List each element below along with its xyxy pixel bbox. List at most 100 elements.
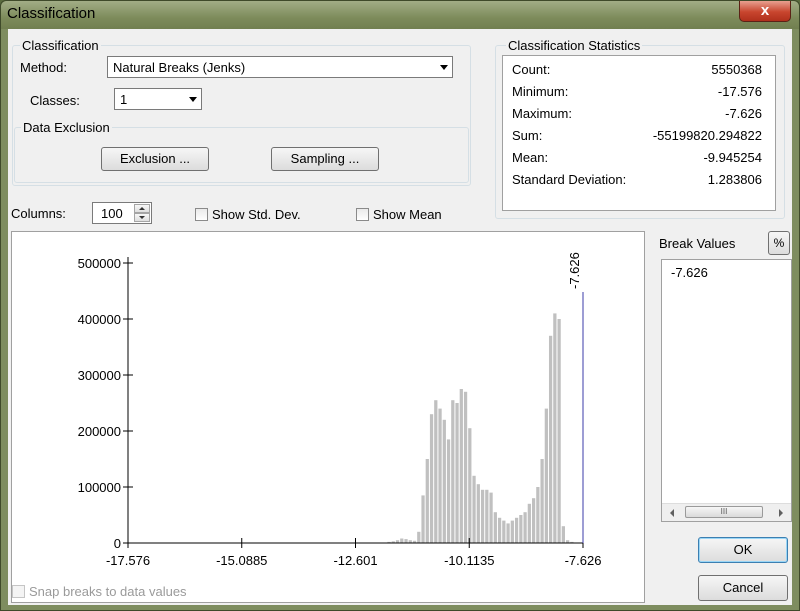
histogram-bar — [519, 515, 523, 543]
horizontal-scrollbar[interactable]: III — [662, 503, 791, 521]
break-value-item[interactable]: -7.626 — [671, 265, 708, 280]
show-std-dev-checkbox[interactable]: Show Std. Dev. — [195, 207, 301, 222]
histogram-bar — [514, 517, 519, 543]
scroll-right-icon[interactable] — [779, 509, 783, 517]
title-bar[interactable]: Classification x — [1, 1, 799, 29]
histogram-bar — [502, 520, 506, 543]
histogram-bar — [434, 400, 438, 543]
histogram-bar — [544, 408, 548, 543]
histogram-bar — [540, 459, 544, 543]
chevron-down-icon — [440, 65, 448, 70]
stat-value: -55199820.294822 — [652, 128, 762, 143]
stat-value: -17.576 — [717, 84, 762, 99]
histogram-bar — [404, 539, 408, 543]
histogram-bar — [523, 512, 527, 543]
stat-row-mean: Mean: -9.945254 — [503, 148, 775, 168]
stat-key: Mean: — [512, 150, 549, 165]
exclusion-button[interactable]: Exclusion ... — [101, 147, 209, 171]
snap-breaks-label: Snap breaks to data values — [29, 584, 187, 599]
histogram-bar — [425, 459, 429, 543]
cancel-button[interactable]: Cancel — [698, 575, 788, 601]
columns-spinner[interactable]: 100 — [92, 202, 152, 224]
break-values-label: Break Values — [659, 236, 736, 251]
show-mean-checkbox[interactable]: Show Mean — [356, 207, 442, 222]
classes-value: 1 — [120, 92, 128, 107]
dialog-client-area: Classification Method: Natural Breaks (J… — [8, 29, 792, 605]
histogram-bar — [463, 391, 468, 543]
close-button[interactable]: x — [739, 1, 791, 22]
histogram-bar — [489, 492, 493, 543]
break-values-list[interactable]: -7.626 III — [661, 259, 792, 522]
histogram-chart: 0 100000 200000 300000 400000 500000 -17.576 -1… — [78, 252, 602, 568]
histogram-bar — [429, 414, 434, 543]
statistics-panel: Count: 5550368 Minimum: -17.576 Maximum: -7… — [502, 55, 776, 211]
stat-key: Count: — [512, 62, 551, 77]
histogram-bar — [497, 517, 502, 543]
show-mean-label: Show Mean — [373, 207, 442, 222]
histogram-bar — [561, 526, 565, 543]
histogram-bar — [527, 503, 531, 543]
stat-row-maximum: Maximum: -7.626 — [503, 104, 775, 124]
stat-key: Maximum: — [512, 106, 572, 121]
histogram-bar — [548, 335, 553, 543]
scroll-thumb[interactable]: III — [685, 506, 763, 518]
method-dropdown[interactable]: Natural Breaks (Jenks) — [107, 56, 453, 78]
histogram-bar — [472, 475, 476, 543]
histogram-bar — [451, 400, 455, 543]
snap-breaks-checkbox[interactable]: Snap breaks to data values — [12, 584, 187, 599]
y-tick-label: 200000 — [78, 424, 121, 439]
checkbox-icon — [195, 208, 208, 221]
histogram-bar — [417, 531, 421, 543]
spin-down-icon[interactable] — [134, 213, 150, 222]
data-exclusion-group-label: Data Exclusion — [21, 120, 112, 135]
stat-key: Sum: — [512, 128, 543, 143]
stat-row-sum: Sum: -55199820.294822 — [503, 126, 775, 146]
checkbox-icon — [12, 585, 25, 598]
stat-value: -9.945254 — [703, 150, 762, 165]
columns-label: Columns: — [11, 206, 66, 221]
histogram-bar — [468, 428, 472, 543]
histogram-bar — [493, 512, 497, 543]
histogram-bar — [455, 403, 459, 543]
method-label: Method: — [20, 60, 67, 75]
histogram-bar — [480, 489, 485, 543]
classification-dialog: Classification x Classification Method: … — [0, 0, 800, 611]
histogram-bar — [506, 523, 510, 543]
y-tick-label: 300000 — [78, 368, 121, 383]
histogram-bar — [531, 498, 536, 543]
data-exclusion-group: Data Exclusion Exclusion ... Sampling ..… — [14, 120, 469, 183]
percent-button[interactable]: % — [768, 231, 790, 255]
checkbox-icon — [356, 208, 369, 221]
scroll-left-icon[interactable] — [670, 509, 674, 517]
stat-row-count: Count: 5550368 — [503, 60, 775, 80]
histogram-bar — [421, 495, 425, 543]
sampling-button[interactable]: Sampling ... — [271, 147, 379, 171]
histogram-panel[interactable]: 0 100000 200000 300000 400000 500000 -17.576 -1… — [11, 231, 645, 603]
stat-value: 1.283806 — [707, 172, 762, 187]
spin-up-icon[interactable] — [134, 204, 150, 213]
close-icon: x — [760, 2, 770, 19]
y-tick-label: 100000 — [78, 480, 121, 495]
ok-button[interactable]: OK — [698, 537, 788, 563]
stat-row-std-dev: Standard Deviation: 1.283806 — [503, 170, 775, 190]
x-tick-label: -10.1135 — [444, 553, 494, 568]
histogram-bar — [510, 520, 514, 543]
x-tick-label: -7.626 — [565, 553, 602, 568]
histogram-bar — [438, 408, 442, 543]
histogram-bar — [476, 484, 480, 543]
histogram-bar — [400, 538, 404, 543]
histogram-bar — [446, 439, 451, 543]
histogram-bar — [536, 487, 540, 543]
stat-value: -7.626 — [725, 106, 762, 121]
histogram-bar — [557, 319, 561, 543]
show-std-dev-label: Show Std. Dev. — [212, 207, 301, 222]
x-tick-label: -15.0885 — [216, 553, 267, 568]
classification-group-label: Classification — [20, 38, 101, 53]
classification-group: Classification Method: Natural Breaks (J… — [12, 38, 471, 186]
histogram-bar — [485, 489, 489, 543]
x-tick-label: -12.601 — [333, 553, 377, 568]
window-title: Classification — [7, 5, 96, 22]
classes-dropdown[interactable]: 1 — [114, 88, 202, 110]
break-value-label: -7.626 — [567, 252, 582, 289]
method-value: Natural Breaks (Jenks) — [113, 60, 246, 75]
